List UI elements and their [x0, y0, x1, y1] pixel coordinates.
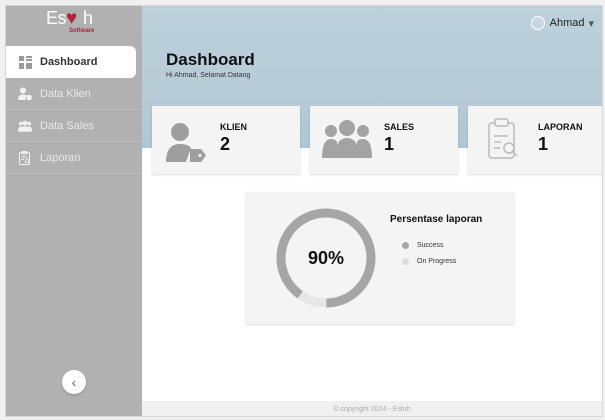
chevron-left-icon: ‹ [71, 374, 77, 390]
user-menu[interactable]: Ahmad ▾ [530, 16, 594, 30]
greeting-text: Hi Ahmad, Selamat Datang [166, 72, 251, 79]
sidebar-item-label: Data Sales [40, 119, 94, 132]
legend-item-on-progress: On Progress [402, 258, 456, 265]
card-value: 1 [384, 134, 395, 154]
sidebar-item-data-sales[interactable]: Data Sales [6, 110, 142, 142]
chart-title: Persentase laporan [390, 214, 483, 225]
card-label: LAPORAN [538, 122, 583, 132]
client-icon [164, 118, 208, 167]
user-name: Ahmad [549, 17, 585, 29]
card-value: 2 [220, 134, 231, 154]
stat-card-sales[interactable]: SALES 1 [310, 106, 458, 174]
main-content: Ahmad ▾ Dashboard Hi Ahmad, Selamat Data… [142, 6, 602, 416]
report-icon [488, 118, 520, 165]
dropdown-caret-icon: ▾ [588, 17, 594, 30]
copyright-text: © copyright 2024 - Estoh [333, 406, 411, 413]
users-icon [18, 119, 32, 133]
footer: © copyright 2024 - Estoh [142, 401, 602, 416]
sales-icon [322, 118, 372, 163]
logo-subtitle: Software [69, 28, 95, 34]
legend-label: On Progress [417, 258, 457, 265]
sidebar-item-data-klien[interactable]: Data Klien [6, 78, 142, 110]
sidebar-item-label: Dashboard [40, 56, 98, 68]
user-tag-icon [18, 87, 32, 101]
sidebar-item-label: Laporan [40, 151, 81, 164]
card-label: SALES [384, 122, 415, 132]
report-icon [18, 150, 32, 165]
donut-center-label: 90% [307, 247, 345, 268]
legend-item-success: Success [402, 242, 443, 249]
legend-label: Success [417, 242, 444, 249]
grid-icon [18, 55, 32, 69]
app-logo[interactable]: Es ♥ h Software [6, 6, 142, 46]
legend-swatch [402, 258, 409, 265]
heart-icon: ♥ [66, 8, 78, 29]
report-percentage-card: 90% Persentase laporan Success On Progre… [246, 192, 514, 324]
collapse-sidebar-button[interactable]: ‹ [62, 370, 86, 394]
page-title: Dashboard [166, 50, 255, 69]
stat-card-laporan[interactable]: LAPORAN 1 [468, 106, 602, 174]
sidebar-item-laporan[interactable]: Laporan [6, 142, 142, 174]
card-label: KLIEN [220, 122, 247, 132]
sidebar: Es ♥ h Software Dashboard Data Klien Dat… [6, 6, 142, 416]
sidebar-item-dashboard[interactable]: Dashboard [6, 46, 136, 78]
card-value: 1 [538, 134, 549, 154]
app-frame: Es ♥ h Software Dashboard Data Klien Dat… [5, 5, 603, 417]
legend-swatch [402, 242, 409, 249]
sidebar-item-label: Data Klien [40, 87, 91, 100]
stat-card-klien[interactable]: KLIEN 2 [152, 106, 300, 174]
sidebar-nav: Dashboard Data Klien Data Sales Laporan [6, 46, 142, 174]
logo-text-right: h [83, 8, 94, 28]
user-circle-icon [530, 16, 545, 30]
logo-text-left: Es [46, 8, 67, 28]
